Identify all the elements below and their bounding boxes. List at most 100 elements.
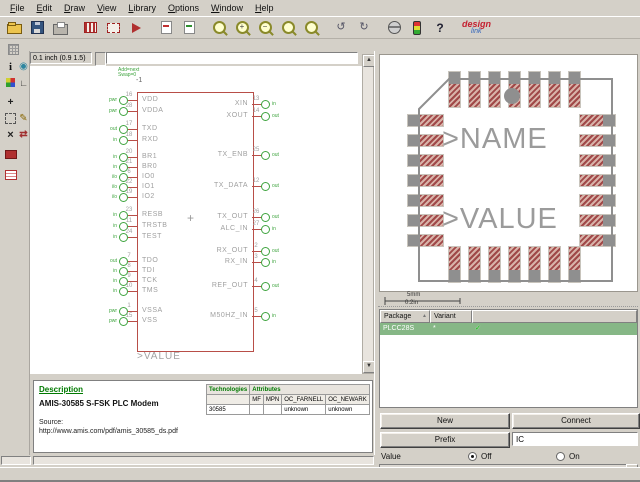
pad-right bbox=[579, 194, 616, 207]
panel-splitter[interactable] bbox=[374, 51, 378, 455]
help-icon[interactable]: ? bbox=[429, 18, 451, 38]
print-icon[interactable] bbox=[49, 18, 71, 38]
pad-left bbox=[407, 114, 444, 127]
pad-lead bbox=[469, 270, 481, 282]
move-tool[interactable]: + bbox=[4, 96, 17, 109]
pin-stub bbox=[128, 281, 138, 282]
open-icon[interactable] bbox=[3, 18, 25, 38]
pin-stub bbox=[128, 261, 138, 262]
show-tool[interactable]: ◉ bbox=[17, 60, 30, 73]
pin-number: 16 bbox=[122, 92, 136, 98]
pin-direction: in bbox=[100, 223, 117, 229]
attributes-icon bbox=[5, 170, 17, 180]
menu-edit[interactable]: Edit bbox=[31, 2, 59, 14]
undo-icon[interactable]: ↺ bbox=[330, 18, 352, 38]
mark-tool[interactable]: ∟ bbox=[17, 76, 30, 89]
description-link[interactable]: Description bbox=[39, 385, 83, 394]
pinswap-tool[interactable]: ⇄ bbox=[17, 128, 30, 141]
pad-lead bbox=[603, 155, 615, 167]
pin-number: 20 bbox=[122, 149, 136, 155]
pad-left bbox=[407, 194, 444, 207]
pin-direction: in bbox=[100, 268, 117, 274]
menu-window[interactable]: Window bbox=[205, 2, 249, 14]
edit-symbol-icon[interactable] bbox=[125, 18, 147, 38]
value-off-radio[interactable] bbox=[468, 452, 477, 461]
pin-circle bbox=[261, 112, 270, 121]
pin-number: 7 bbox=[122, 253, 136, 259]
pin-stub bbox=[128, 226, 138, 227]
zoom-out-icon[interactable]: − bbox=[254, 18, 276, 38]
pin-direction: out bbox=[100, 258, 117, 264]
attributes-header: Attributes bbox=[250, 385, 369, 395]
connect-button[interactable]: Connect bbox=[512, 413, 640, 429]
pin-circle bbox=[261, 182, 270, 191]
change-tool[interactable]: ✎ bbox=[17, 112, 30, 125]
command-history-button[interactable] bbox=[95, 52, 106, 66]
vertical-scrollbar[interactable]: ▲ ▼ bbox=[362, 54, 374, 374]
technologies-tool[interactable] bbox=[4, 148, 17, 161]
menu-options[interactable]: Options bbox=[162, 2, 205, 14]
toolbar-separator bbox=[376, 19, 383, 37]
pin-stub bbox=[128, 237, 138, 238]
technology-cell: 30585 bbox=[207, 405, 250, 415]
menu-help[interactable]: Help bbox=[249, 2, 280, 14]
pad-lead bbox=[449, 72, 461, 84]
zoom-select-icon[interactable] bbox=[300, 18, 322, 38]
pin-name: RX_IN bbox=[225, 258, 248, 265]
zoom-redraw-icon[interactable] bbox=[277, 18, 299, 38]
traffic-light-icon[interactable] bbox=[406, 18, 428, 38]
globe-glyph bbox=[388, 21, 401, 34]
prefix-input[interactable] bbox=[512, 432, 638, 446]
edit-package-icon[interactable] bbox=[102, 18, 124, 38]
pin-name: TXD bbox=[142, 125, 158, 132]
pin-number: 25 bbox=[250, 147, 262, 153]
redo-icon[interactable]: ↻ bbox=[353, 18, 375, 38]
pad-lead bbox=[408, 195, 420, 207]
menu-view[interactable]: View bbox=[91, 2, 122, 14]
pad-top bbox=[548, 71, 561, 108]
zoom-in-icon[interactable]: + bbox=[231, 18, 253, 38]
run-ulp-icon[interactable] bbox=[178, 18, 200, 38]
value-on-label[interactable]: On bbox=[569, 452, 580, 461]
globe-icon[interactable] bbox=[383, 18, 405, 38]
info-tool[interactable]: i bbox=[4, 60, 17, 73]
display-tool[interactable] bbox=[4, 76, 17, 89]
pin-name: BR0 bbox=[142, 163, 157, 170]
new-button[interactable]: New bbox=[380, 413, 510, 429]
empty-column-header[interactable] bbox=[472, 310, 637, 323]
package-canvas[interactable]: >NAME >VALUE bbox=[379, 54, 638, 292]
delete-tool[interactable]: × bbox=[4, 128, 17, 141]
undo-glyph: ↺ bbox=[336, 22, 345, 33]
pin-number: 23 bbox=[122, 207, 136, 213]
designlink-logo: designlink bbox=[462, 21, 491, 35]
pin-name: TCK bbox=[142, 277, 158, 284]
package-cell: PLCC28S bbox=[380, 323, 430, 335]
pad-bottom bbox=[548, 246, 561, 283]
technology-row[interactable]: 30585unknownunknown bbox=[207, 405, 370, 415]
script-glyph bbox=[161, 21, 172, 34]
col-oc-newark: OC_NEWARK bbox=[326, 395, 369, 405]
attributes-tool[interactable] bbox=[4, 168, 17, 181]
menu-library[interactable]: Library bbox=[122, 2, 162, 14]
tool-sidebar: i◉ ∟+✎×⇄ bbox=[0, 51, 30, 455]
menu-file[interactable]: File bbox=[4, 2, 31, 14]
prefix-button[interactable]: Prefix bbox=[380, 432, 510, 448]
save-icon[interactable] bbox=[26, 18, 48, 38]
horizontal-scrollbar[interactable] bbox=[33, 456, 374, 465]
pin-number: 26 bbox=[250, 209, 262, 215]
value-on-radio[interactable] bbox=[556, 452, 565, 461]
menu-draw[interactable]: Draw bbox=[58, 2, 91, 14]
variant-column-header[interactable]: Variant bbox=[430, 310, 472, 323]
package-row[interactable]: PLCC28S*✓ bbox=[380, 323, 637, 335]
command-input[interactable] bbox=[106, 52, 358, 64]
script-icon[interactable] bbox=[155, 18, 177, 38]
value-off-label[interactable]: Off bbox=[481, 452, 492, 461]
col-mpn: MPN bbox=[263, 395, 281, 405]
pin-direction: in bbox=[272, 259, 276, 265]
edit-device-icon[interactable] bbox=[79, 18, 101, 38]
pin-number: 9 bbox=[122, 273, 136, 279]
zoom-fit-icon[interactable] bbox=[208, 18, 230, 38]
group-tool[interactable] bbox=[4, 112, 17, 125]
symbol-canvas[interactable]: Add=nextSwap=0 -1 + >VALUE 16pwrVDD28pwr… bbox=[30, 66, 362, 374]
package-column-header[interactable]: Package▲ bbox=[380, 310, 430, 323]
